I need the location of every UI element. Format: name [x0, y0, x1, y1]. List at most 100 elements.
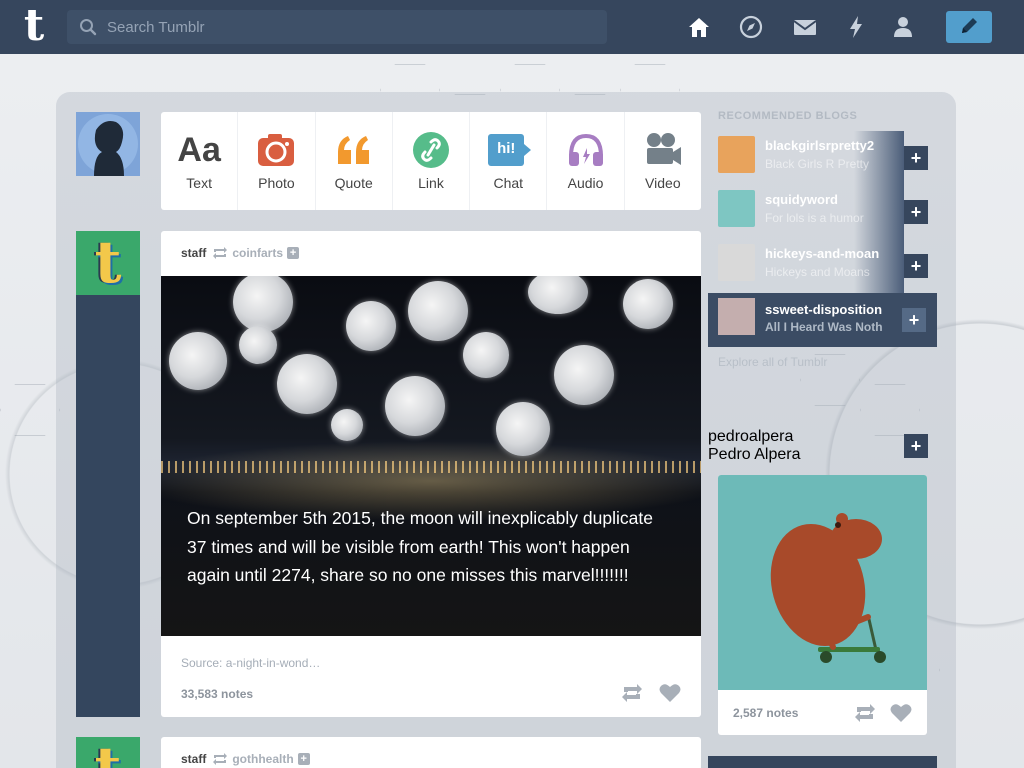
blog-title: Black Girls R Pretty	[765, 157, 870, 171]
pencil-icon	[962, 18, 977, 33]
bear-on-scooter-illustration	[770, 513, 886, 663]
account-person-icon[interactable]	[890, 14, 916, 40]
post-type-label: Text	[186, 175, 212, 191]
blog-avatar	[718, 244, 755, 281]
like-heart-icon[interactable]	[890, 703, 912, 723]
search-input[interactable]	[107, 10, 597, 44]
post-header: staff gothhealth +	[181, 752, 310, 766]
camera-icon	[258, 134, 295, 166]
moon-image	[463, 332, 509, 378]
post-type-label: Chat	[493, 175, 524, 191]
search-box[interactable]	[67, 10, 607, 44]
follow-blog-button[interactable]: +	[904, 434, 928, 458]
post-type-quote[interactable]: Quote	[316, 112, 393, 210]
post-type-label: Video	[645, 175, 681, 191]
blog-avatar	[718, 190, 755, 227]
post-type-label: Audio	[567, 175, 604, 191]
recommended-blog-item-hovered[interactable]: ssweet-disposition All I Heard Was Noth …	[708, 293, 937, 347]
post-caption: On september 5th 2015, the moon will ine…	[187, 508, 653, 585]
moon-image	[346, 301, 396, 351]
quote-icon	[337, 136, 369, 164]
post-type-text[interactable]: Aa Text	[161, 112, 239, 210]
moon-image	[554, 345, 614, 405]
post-notes-count[interactable]: 2,587 notes	[733, 706, 798, 720]
messages-envelope-icon[interactable]	[792, 14, 818, 40]
follow-plus-icon[interactable]: +	[297, 753, 310, 765]
follow-blog-button[interactable]: +	[904, 146, 928, 170]
post-type-audio[interactable]: Audio	[547, 112, 625, 210]
post-type-link[interactable]: Link	[393, 112, 471, 210]
camera-video-icon	[646, 133, 681, 165]
follow-blog-button[interactable]: +	[904, 200, 928, 224]
post2-author-avatar[interactable]: t	[76, 737, 140, 768]
reblogged-from-name[interactable]: gothhealth	[232, 752, 293, 766]
headphones-icon	[568, 133, 603, 166]
post-header: staff coinfarts +	[181, 246, 300, 260]
post-type-label: Link	[418, 175, 444, 191]
radar-blog-item[interactable]: pedroalpera Pedro Alpera	[708, 428, 904, 482]
recommended-blog-item[interactable]: hickeys-and-moan Hickeys and Moans	[708, 239, 904, 293]
post-author-avatar[interactable]: t	[76, 231, 140, 295]
post-type-chat[interactable]: hi! Chat	[470, 112, 548, 210]
tumblr-t-avatar-image: t	[76, 737, 140, 768]
recommended-blog-item[interactable]: blackgirlsrpretty2 Black Girls R Pretty	[708, 131, 904, 185]
radar-post-card: 2,587 notes	[718, 475, 927, 735]
tumblr-t-avatar-image: t	[94, 231, 122, 295]
blog-avatar	[718, 298, 755, 335]
city-lights-horizon	[161, 461, 701, 473]
follow-blog-button[interactable]: +	[904, 254, 928, 278]
top-navigation-bar: t	[0, 0, 1024, 54]
moon-image	[408, 281, 468, 341]
recommended-blogs-title: RECOMMENDED BLOGS	[718, 110, 858, 122]
radar-post-image[interactable]	[718, 475, 927, 690]
like-heart-icon[interactable]	[659, 683, 681, 703]
post-avatar-column	[76, 231, 140, 717]
chat-icon-text: hi!	[497, 140, 516, 157]
dashboard-post: staff coinfarts + On september 5th 2015,…	[161, 231, 701, 717]
compose-button[interactable]	[946, 11, 992, 43]
reblog-icon[interactable]	[854, 703, 876, 723]
moon-image	[233, 276, 293, 332]
moon-image	[169, 332, 227, 390]
blog-title: For lols is a humor	[765, 211, 864, 225]
text-aa-icon: Aa	[177, 131, 221, 169]
chat-bubble-icon: hi!	[488, 134, 532, 166]
post-source[interactable]: Source: a-night-in-wond…	[181, 656, 320, 670]
reblog-small-icon	[213, 753, 228, 765]
home-icon[interactable]	[686, 14, 712, 40]
user-avatar[interactable]	[76, 112, 140, 176]
silhouette-avatar-image	[78, 114, 138, 176]
post-type-label: Quote	[334, 175, 373, 191]
blog-name: squidyword	[765, 192, 838, 207]
post-type-video[interactable]: Video	[625, 112, 701, 210]
post-type-photo[interactable]: Photo	[238, 112, 316, 210]
post-type-label: Photo	[258, 175, 295, 191]
post-author-name[interactable]: staff	[181, 246, 206, 260]
blog-name: ssweet-disposition	[765, 302, 883, 317]
activity-lightning-icon[interactable]	[843, 14, 869, 40]
tumblr-logo[interactable]: t	[14, 4, 54, 48]
blog-name: hickeys-and-moan	[765, 246, 880, 261]
post-author-name[interactable]: staff	[181, 752, 206, 766]
explore-all-link[interactable]: Explore all of Tumblr	[718, 355, 827, 369]
moon-image	[496, 402, 550, 456]
recommended-blog-item[interactable]: squidyword For lols is a humor	[708, 185, 904, 239]
moon-image	[277, 354, 337, 414]
blog-title: Hickeys and Moans	[765, 265, 870, 279]
reblog-icon[interactable]	[621, 683, 643, 703]
post-notes-count[interactable]: 33,583 notes	[181, 687, 253, 701]
moon-image	[623, 279, 673, 329]
blog-title: All I Heard Was Noth	[765, 320, 883, 334]
blog-name: blackgirlsrpretty2	[765, 138, 875, 153]
post-photo[interactable]: On september 5th 2015, the moon will ine…	[161, 276, 701, 636]
moon-image	[528, 276, 588, 314]
reblogged-from-name[interactable]: coinfarts	[232, 246, 283, 260]
blog-avatar	[718, 136, 755, 173]
post-type-bar: Aa Text Photo Quote Link hi! Chat Audio …	[161, 112, 701, 210]
link-icon	[412, 132, 449, 168]
explore-compass-icon[interactable]	[738, 14, 764, 40]
dashboard-post-2: staff gothhealth +	[161, 737, 701, 768]
follow-plus-icon[interactable]: +	[287, 247, 300, 259]
reblog-small-icon	[213, 247, 228, 259]
follow-blog-button[interactable]: +	[902, 308, 926, 332]
